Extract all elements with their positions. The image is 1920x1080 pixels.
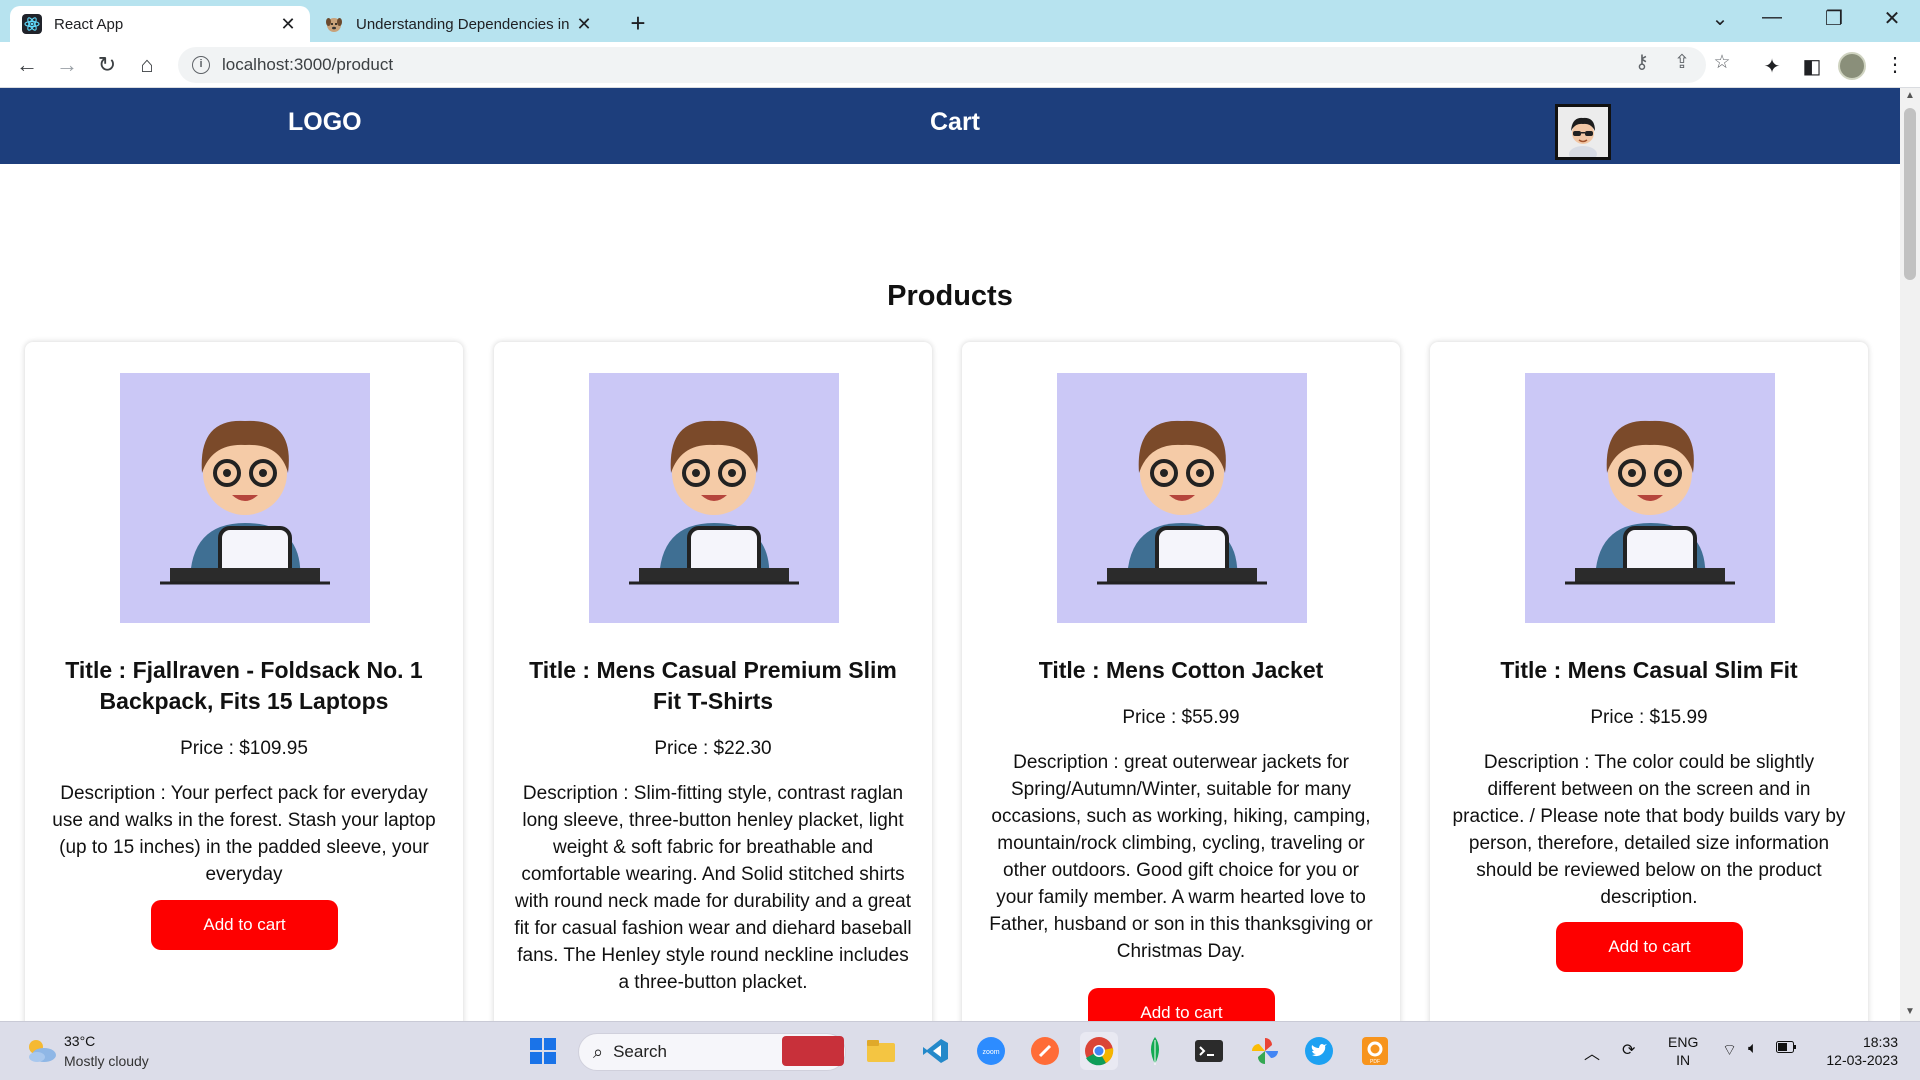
page-viewport: LOGO Cart Products Title: Fjallraven - …	[0, 88, 1900, 1021]
address-toolbar: ← → ↻ ⌂ i localhost:3000/product ⚷ ⇪ ☆ ✦…	[0, 42, 1920, 88]
windows-start-icon[interactable]	[524, 1032, 562, 1070]
url-text[interactable]: localhost:3000/product	[222, 55, 393, 75]
close-window-button[interactable]: ✕	[1872, 6, 1912, 31]
app-navbar: LOGO Cart	[0, 88, 1900, 164]
product-description: Description : Your perfect pack for ever…	[52, 783, 436, 885]
tab-title: React App	[54, 15, 124, 33]
vscode-icon[interactable]	[916, 1032, 954, 1070]
pdf-app-icon[interactable]: PDF	[1356, 1032, 1394, 1070]
tab-close-icon[interactable]: ✕	[574, 14, 594, 35]
tab-react-app[interactable]: React App ✕	[10, 6, 310, 42]
cloudy-weather-icon[interactable]	[24, 1038, 58, 1062]
product-description: Description : Slim-fitting style, contra…	[514, 783, 912, 993]
scroll-down-icon[interactable]: ▼	[1900, 1006, 1920, 1017]
show-hidden-icons-chevron[interactable]: ︿	[1584, 1040, 1600, 1064]
product-card: Title : Mens Casual Slim Fit Price : $15…	[1430, 342, 1868, 1021]
zoom-icon[interactable]: zoom	[972, 1032, 1010, 1070]
terminal-icon[interactable]	[1190, 1032, 1228, 1070]
product-image	[1057, 373, 1307, 623]
product-card: Title : Fjallraven - Foldsack No. 1 Back…	[25, 342, 463, 1021]
browser-tab-strip: React App ✕ Understanding Dependencies i…	[0, 0, 1920, 42]
search-highlight-image	[782, 1036, 844, 1066]
chrome-icon[interactable]	[1080, 1032, 1118, 1070]
product-price: Price : $15.99	[1590, 707, 1708, 728]
product-title: Title : Mens Cotton Jacket	[1038, 657, 1324, 683]
clock-time: 18:33	[1862, 1034, 1898, 1050]
battery-icon[interactable]	[1776, 1040, 1796, 1058]
add-to-cart-button[interactable]: Add to cart	[151, 900, 338, 950]
reload-icon[interactable]: ↻	[92, 50, 122, 80]
side-panel-icon[interactable]: ◧	[1798, 54, 1826, 79]
product-price: Price : $55.99	[1122, 707, 1240, 728]
forward-icon[interactable]: →	[52, 50, 82, 80]
search-icon: ⌕	[593, 1041, 604, 1062]
product-price: Price : $109.95	[180, 738, 308, 759]
logo-link[interactable]: LOGO	[288, 108, 362, 137]
svg-text:PDF: PDF	[1370, 1059, 1380, 1065]
product-image	[1525, 373, 1775, 623]
system-clock[interactable]: 18:33 12-03-2023	[1808, 1033, 1898, 1069]
scrollbar-thumb[interactable]	[1904, 108, 1916, 280]
home-icon[interactable]: ⌂	[132, 50, 162, 80]
scroll-up-icon[interactable]: ▲	[1900, 90, 1920, 101]
profile-avatar[interactable]	[1838, 52, 1866, 80]
page-title: Products	[887, 280, 1013, 312]
mongodb-icon[interactable]	[1136, 1032, 1174, 1070]
search-label: Search	[613, 1042, 667, 1061]
language-code: ENG	[1668, 1034, 1699, 1050]
product-title: Title : Fjallraven - Foldsack No. 1 Back…	[65, 657, 423, 714]
product-image	[120, 373, 370, 623]
add-to-cart-button[interactable]: Add to cart	[1556, 922, 1743, 972]
postman-icon[interactable]	[1026, 1032, 1064, 1070]
key-icon[interactable]: ⚷	[1628, 51, 1656, 74]
language-indicator[interactable]: ENG IN	[1668, 1033, 1698, 1069]
tab-close-icon[interactable]: ✕	[278, 14, 298, 35]
product-price: Price : $22.30	[654, 738, 772, 759]
windows-taskbar: 33°C Mostly cloudy ⌕ Search zoom PDF ︿ ⟳…	[0, 1021, 1920, 1080]
product-description: Description : great outerwear jackets fo…	[989, 752, 1373, 962]
volume-icon[interactable]: 🔈︎	[1748, 1040, 1758, 1058]
back-icon[interactable]: ←	[12, 50, 42, 80]
minimize-button[interactable]: —	[1752, 6, 1792, 29]
add-to-cart-button[interactable]: Add to cart	[1088, 988, 1275, 1021]
product-title: Title : Mens Casual Premium Slim Fit T-S…	[529, 657, 897, 714]
google-photos-icon[interactable]	[1246, 1032, 1284, 1070]
cart-link[interactable]: Cart	[930, 108, 980, 137]
bookmark-star-icon[interactable]: ☆	[1708, 51, 1736, 74]
restore-button[interactable]: ❐	[1814, 6, 1854, 31]
product-image	[589, 373, 839, 623]
file-explorer-icon[interactable]	[862, 1032, 900, 1070]
product-description: Description : The color could be slightl…	[1452, 752, 1846, 908]
product-title: Title : Mens Casual Slim Fit	[1500, 657, 1798, 683]
weather-temperature[interactable]: 33°C	[64, 1033, 95, 1049]
weather-condition[interactable]: Mostly cloudy	[64, 1053, 149, 1069]
sync-icon[interactable]: ⟳	[1622, 1040, 1635, 1060]
page-scrollbar[interactable]: ▲ ▼	[1900, 88, 1920, 1021]
tab-search-icon[interactable]: ⌄	[1700, 6, 1740, 31]
wifi-icon[interactable]: ⌔	[1722, 1040, 1737, 1060]
site-info-icon[interactable]: i	[192, 56, 210, 74]
twitter-icon[interactable]	[1300, 1032, 1338, 1070]
menu-kebab-icon[interactable]: ⋮	[1880, 52, 1910, 77]
dog-favicon-icon	[324, 14, 344, 34]
tab-title: Understanding Dependencies in	[356, 15, 570, 33]
share-icon[interactable]: ⇪	[1668, 51, 1696, 74]
tab-understanding-dependencies[interactable]: Understanding Dependencies in ✕	[312, 6, 606, 42]
product-card: Title : Mens Casual Premium Slim Fit T-S…	[494, 342, 932, 1021]
region-code: IN	[1676, 1052, 1691, 1068]
clock-date: 12-03-2023	[1826, 1052, 1898, 1068]
product-card: Title : Mens Cotton Jacket Price : $55.9…	[962, 342, 1400, 1021]
react-favicon-icon	[22, 14, 42, 34]
url-bar[interactable]: i localhost:3000/product ⚷ ⇪ ☆	[178, 47, 1731, 83]
extensions-puzzle-icon[interactable]: ✦	[1758, 54, 1786, 79]
new-tab-button[interactable]: +	[624, 8, 652, 39]
user-avatar[interactable]	[1555, 104, 1611, 160]
svg-text:zoom: zoom	[982, 1049, 999, 1056]
